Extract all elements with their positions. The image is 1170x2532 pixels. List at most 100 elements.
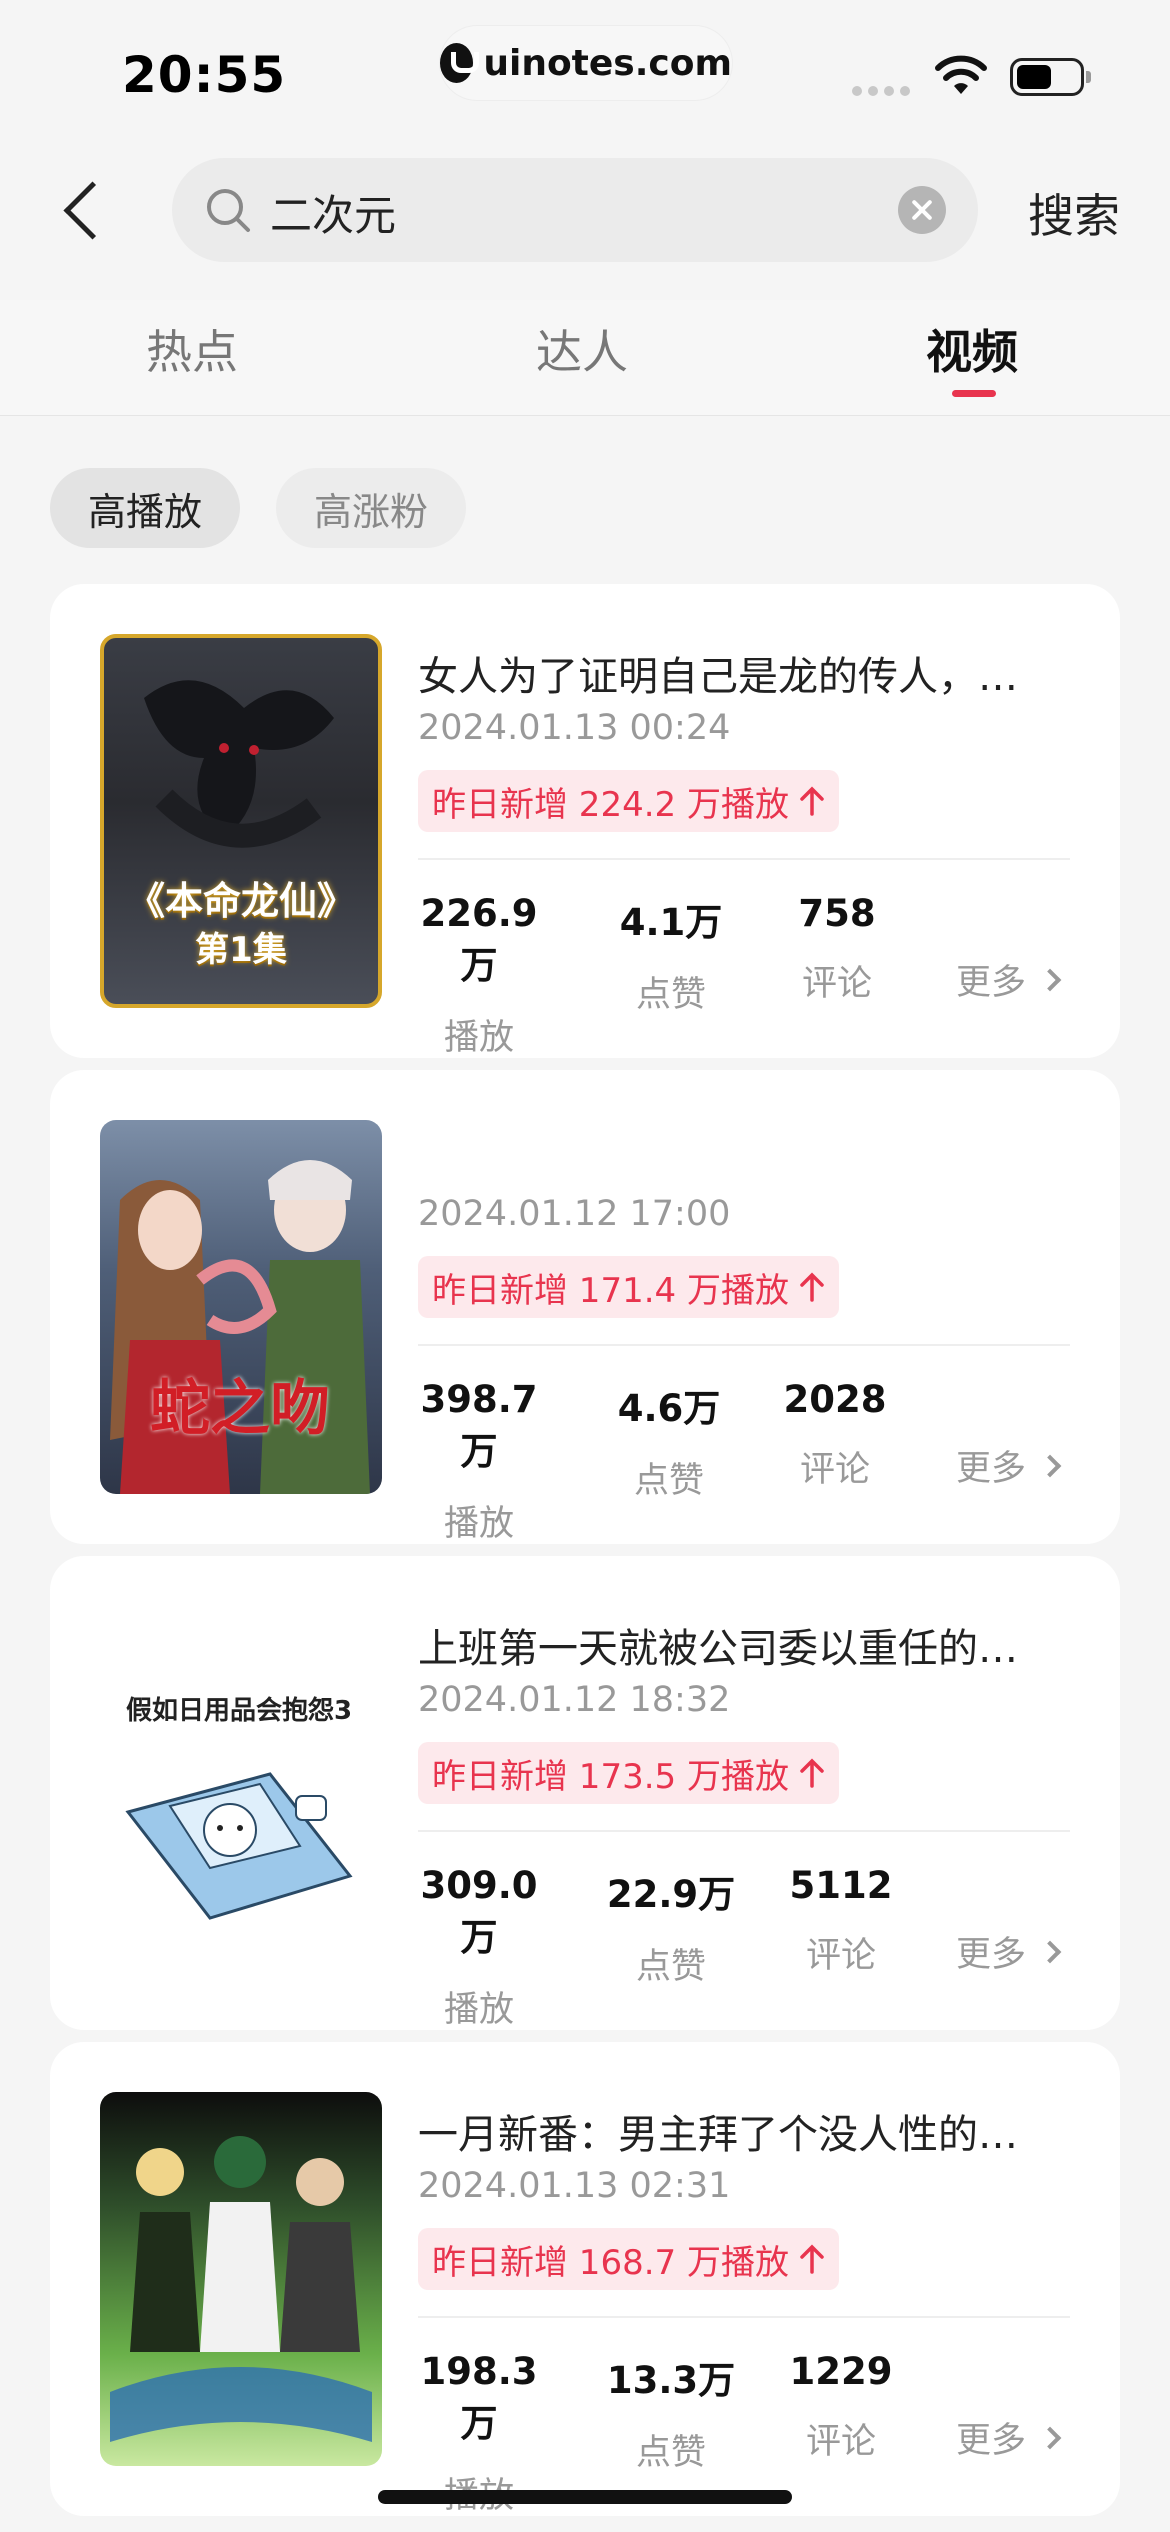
arrow-up-icon <box>800 786 824 816</box>
growth-badge: 昨日新增 171.4 万播放 <box>418 1256 839 1318</box>
stat-comments: 5112 评论 <box>766 1864 916 1978</box>
more-button[interactable]: 更多 <box>956 1440 1062 1491</box>
chevron-right-icon <box>1038 1454 1062 1477</box>
stat-likes: 4.1万 点赞 <box>596 892 746 1017</box>
more-label: 更多 <box>956 963 1027 1003</box>
more-label: 更多 <box>956 1449 1027 1489</box>
site-pill: uinotes.com <box>440 26 732 100</box>
stat-plays: 398.7万 播放 <box>404 1378 554 1546</box>
tab-bar: 热点 达人 视频 <box>0 300 1170 416</box>
filter-high-followers[interactable]: 高涨粉 <box>276 468 466 548</box>
video-thumbnail: 蛇之吻 <box>100 1120 382 1494</box>
video-thumbnail: 《本命龙仙》 第1集 <box>100 634 382 1008</box>
video-card[interactable]: 假如日用品会抱怨3 上班第一天就被公司委以重任的… 2024.01.12 18:… <box>50 1556 1120 2030</box>
plays-value: 198.3万 <box>420 2350 538 2445</box>
video-card[interactable]: 《本命龙仙》 第1集 女人为了证明自己是龙的传人，… 2024.01.13 00… <box>50 584 1120 1058</box>
video-thumbnail <box>100 2092 382 2466</box>
growth-text: 昨日新增 168.7 万播放 <box>432 2242 789 2283</box>
video-title[interactable]: 一月新番：男主拜了个没人性的… <box>418 2102 1088 2160</box>
stat-comments: 1229 评论 <box>766 2350 916 2464</box>
video-date: 2024.01.12 17:00 <box>418 1194 731 1234</box>
likes-value: 4.6万 <box>617 1387 721 1430</box>
video-date: 2024.01.13 00:24 <box>418 708 731 748</box>
chevron-right-icon <box>1038 968 1062 991</box>
plays-label: 播放 <box>443 1504 514 1544</box>
search-input[interactable]: 二次元 <box>172 158 978 262</box>
likes-label: 点赞 <box>633 1461 704 1501</box>
likes-label: 点赞 <box>635 1947 706 1987</box>
plays-value: 226.9万 <box>420 892 538 987</box>
tab-hot[interactable]: 热点 <box>146 316 238 382</box>
likes-value: 4.1万 <box>619 901 723 944</box>
comments-value: 1229 <box>789 2350 893 2393</box>
comments-label: 评论 <box>799 1450 870 1490</box>
search-query: 二次元 <box>270 191 397 240</box>
video-date: 2024.01.13 02:31 <box>418 2166 731 2206</box>
chevron-right-icon <box>1038 2426 1062 2449</box>
stat-comments: 758 评论 <box>762 892 912 1006</box>
likes-label: 点赞 <box>635 975 706 1015</box>
video-thumbnail: 假如日用品会抱怨3 <box>100 1606 382 1980</box>
comments-value: 758 <box>798 892 876 935</box>
tab-videos[interactable]: 视频 <box>926 316 1018 382</box>
thumbnail-caption: 《本命龙仙》 <box>126 879 355 923</box>
screen: 20:55 uinotes.com 二次元 搜索 热点 达人 视频 高播放 高涨… <box>0 0 1170 2532</box>
divider <box>418 858 1070 860</box>
stat-plays: 226.9万 播放 <box>404 892 554 1060</box>
wifi-icon <box>935 55 987 94</box>
thumbnail-caption: 第1集 <box>195 930 287 970</box>
thumbnail-caption: 假如日用品会抱怨3 <box>126 1696 353 1726</box>
more-button[interactable]: 更多 <box>956 954 1062 1005</box>
growth-text: 昨日新增 224.2 万播放 <box>432 784 789 825</box>
thumbnail-caption: 蛇之吻 <box>150 1374 330 1444</box>
more-label: 更多 <box>956 2421 1027 2461</box>
divider <box>418 2316 1070 2318</box>
site-logo-icon <box>440 43 480 83</box>
likes-value: 22.9万 <box>606 1873 736 1916</box>
plays-value: 398.7万 <box>420 1378 538 1473</box>
arrow-up-icon <box>800 1758 824 1788</box>
status-bar: 20:55 uinotes.com <box>0 0 1170 140</box>
comments-value: 2028 <box>783 1378 887 1421</box>
growth-badge: 昨日新增 224.2 万播放 <box>418 770 839 832</box>
comments-label: 评论 <box>805 2422 876 2462</box>
video-card[interactable]: 一月新番：男主拜了个没人性的… 2024.01.13 02:31 昨日新增 16… <box>50 2042 1120 2516</box>
comments-label: 评论 <box>801 964 872 1004</box>
clear-icon[interactable] <box>898 186 946 234</box>
arrow-up-icon <box>800 1272 824 1302</box>
plays-label: 播放 <box>443 1990 514 2030</box>
active-tab-indicator <box>952 390 996 397</box>
chevron-right-icon <box>1038 1940 1062 1963</box>
more-button[interactable]: 更多 <box>956 2412 1062 2463</box>
battery-icon <box>1010 58 1091 96</box>
video-date: 2024.01.12 18:32 <box>418 1680 731 1720</box>
home-indicator[interactable] <box>378 2490 792 2504</box>
video-title[interactable]: 女人为了证明自己是龙的传人，… <box>418 644 1088 702</box>
stat-comments: 2028 评论 <box>760 1378 910 1492</box>
filter-high-plays[interactable]: 高播放 <box>50 468 240 548</box>
plays-value: 309.0万 <box>420 1864 538 1959</box>
divider <box>418 1344 1070 1346</box>
stat-plays: 309.0万 播放 <box>404 1864 554 2032</box>
divider <box>418 1830 1070 1832</box>
package-illustration-icon <box>125 1772 353 1920</box>
video-title[interactable]: 上班第一天就被公司委以重任的… <box>418 1616 1088 1674</box>
tab-creators[interactable]: 达人 <box>536 316 628 382</box>
cellular-signal-icon <box>852 86 910 96</box>
growth-text: 昨日新增 173.5 万播放 <box>432 1756 789 1797</box>
video-card[interactable]: 蛇之吻 2024.01.12 17:00 昨日新增 171.4 万播放 398.… <box>50 1070 1120 1544</box>
stat-likes: 13.3万 点赞 <box>596 2350 746 2475</box>
growth-badge: 昨日新增 168.7 万播放 <box>418 2228 839 2290</box>
search-icon <box>207 189 250 232</box>
growth-text: 昨日新增 171.4 万播放 <box>432 1270 789 1311</box>
back-button[interactable] <box>52 172 112 248</box>
site-name: uinotes.com <box>483 42 732 84</box>
growth-badge: 昨日新增 173.5 万播放 <box>418 1742 839 1804</box>
search-button[interactable]: 搜索 <box>1028 180 1120 246</box>
anime-group-art-icon <box>110 2136 372 2442</box>
comments-value: 5112 <box>789 1864 893 1907</box>
likes-label: 点赞 <box>635 2433 706 2473</box>
more-button[interactable]: 更多 <box>956 1926 1062 1977</box>
likes-value: 13.3万 <box>606 2359 736 2402</box>
arrow-up-icon <box>800 2244 824 2274</box>
